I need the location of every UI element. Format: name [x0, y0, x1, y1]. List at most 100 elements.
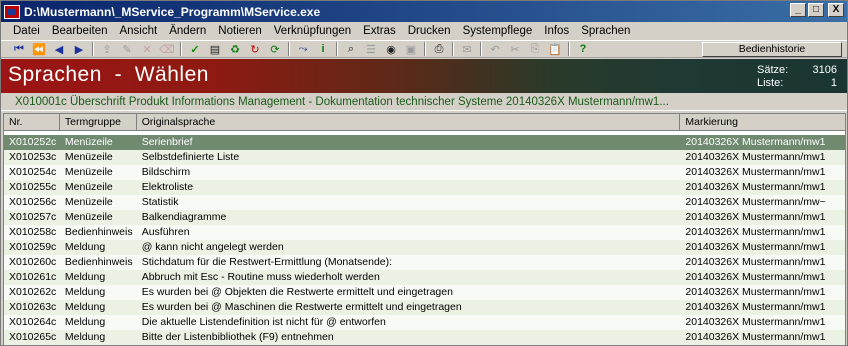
cell-nr: X010252c — [9, 136, 57, 148]
cell-termgruppe: Meldung — [64, 241, 106, 253]
previous-record-icon[interactable]: ◀ — [49, 41, 69, 57]
context-heading: X010001c Überschrift Produkt Information… — [1, 94, 847, 111]
redo-red-icon[interactable]: ↻ — [245, 41, 265, 57]
table-row[interactable]: X010256c Menüzeile Statistik 20140326X Must… — [4, 195, 845, 210]
table-row[interactable]: X010255c Menüzeile Elektroliste 20140326X M… — [4, 180, 845, 195]
cell-termgruppe: Meldung — [64, 316, 106, 328]
view-icon[interactable]: ◉ — [381, 41, 401, 57]
erase-icon: ⌫ — [159, 43, 175, 56]
table-row[interactable]: X010260c Bedienhinweis Stichdatum für die … — [4, 255, 845, 270]
first-record-icon[interactable]: ⏮ — [9, 41, 29, 57]
table-row[interactable]: X010258c Bedienhinweis Ausführen 20140326X … — [4, 225, 845, 240]
records-count-row: Sätze: 3106 — [757, 64, 837, 77]
toolbar-separator — [568, 42, 570, 56]
cell-originalsprache: Stichdatum für die Restwert-Ermittlung (… — [141, 256, 393, 268]
column-header-markierung[interactable]: Markierung — [680, 114, 845, 130]
cell-originalsprache: Statistik — [141, 196, 179, 208]
toolbar-icons: ⏮ ⏪ ◀ ▶ ⇪ ✎ ✕ ⌫ ✓ ▤ ♻ ↻ ⟳ ⤳ i ⌕ ☰ ◉ ▣ ⎙ ✉ ↶ ✂ ⎘ 📋? — [9, 41, 593, 57]
info-icon[interactable]: i — [313, 41, 333, 57]
cell-termgruppe: Meldung — [64, 331, 106, 343]
list-value: 1 — [830, 77, 837, 89]
checkmark-icon[interactable]: ✓ — [185, 41, 205, 57]
cell-originalsprache: Bildschirm — [141, 166, 191, 178]
column-header-originalsprache[interactable]: Originalsprache — [137, 114, 681, 130]
export-icon: ⇪ — [102, 43, 112, 56]
title-bar[interactable]: D:\Mustermann\_MService_Programm\MServic… — [1, 1, 847, 22]
cell-termgruppe: Bedienhinweis — [64, 226, 133, 238]
cell-nr: X010264c — [9, 316, 57, 328]
records-table: Nr. Termgruppe Originalsprache Markierun… — [3, 113, 846, 346]
cell-markierung: 20140326X Mustermann/mw1 — [685, 181, 826, 193]
menu-item-infos[interactable]: Infos — [538, 25, 575, 37]
menu-item-datei[interactable]: Datei — [7, 25, 46, 37]
cell-originalsprache: Bitte der Listenbibliothek (F9) entnehme… — [141, 331, 334, 343]
menu-item-verknüpfungen[interactable]: Verknüpfungen — [268, 25, 357, 37]
cell-markierung: 20140326X Mustermann/mw1 — [685, 151, 826, 163]
cell-markierung: 20140326X Mustermann/mw1 — [685, 226, 826, 238]
cell-termgruppe: Menüzeile — [64, 181, 113, 193]
table-row[interactable]: X010259c Meldung @ kann nicht angelegt wer… — [4, 240, 845, 255]
app-icon[interactable] — [4, 4, 20, 19]
copy-icon: ⎘ — [530, 42, 540, 55]
toolbar-separator — [180, 42, 182, 56]
cell-originalsprache: Balkendiagramme — [141, 211, 227, 223]
table-row[interactable]: X010252c Menüzeile Serienbrief 20140326X Mu… — [4, 135, 845, 150]
window-title: D:\Mustermann\_MService_Programm\MServic… — [24, 4, 321, 19]
menu-item-extras[interactable]: Extras — [357, 25, 402, 37]
cell-markierung: 20140326X Mustermann/mw1 — [685, 286, 826, 298]
cell-markierung: 20140326X Mustermann/mw1 — [685, 316, 826, 328]
close-button[interactable]: X — [828, 3, 844, 17]
cell-markierung: 20140326X Mustermann/mw1 — [685, 271, 826, 283]
cell-markierung: 20140326X Mustermann/mw1 — [685, 331, 826, 343]
table-row[interactable]: X010263c Meldung Es wurden bei @ Maschinen… — [4, 300, 845, 315]
menu-item-bearbeiten[interactable]: Bearbeiten — [46, 25, 114, 37]
table-row[interactable]: X010261c Meldung Abbruch mit Esc - Routine… — [4, 270, 845, 285]
binoculars-icon[interactable]: ⌕ — [341, 41, 361, 57]
history-button[interactable]: Bedienhistorie — [702, 42, 842, 57]
menu-item-systempflege[interactable]: Systempflege — [457, 25, 539, 37]
menu-item-ansicht[interactable]: Ansicht — [113, 25, 163, 37]
cell-markierung: 20140326X Mustermann/mw1 — [685, 166, 826, 178]
menu-item-notieren[interactable]: Notieren — [212, 25, 267, 37]
records-label: Sätze: — [757, 64, 789, 76]
cell-originalsprache: Abbruch mit Esc - Routine muss wiederhol… — [141, 271, 380, 283]
records-value: 3106 — [812, 64, 837, 76]
cell-nr: X010260c — [9, 256, 57, 268]
table-row[interactable]: X010254c Menüzeile Bildschirm 20140326X Mus… — [4, 165, 845, 180]
recycle-icon[interactable]: ♻ — [225, 41, 245, 57]
column-header-termgruppe[interactable]: Termgruppe — [60, 114, 137, 130]
menu-item-ändern[interactable]: Ändern — [163, 25, 212, 37]
table-header: Nr. Termgruppe Originalsprache Markierun… — [4, 114, 845, 131]
maximize-button[interactable]: □ — [808, 3, 824, 17]
refresh-green-icon[interactable]: ⟳ — [265, 41, 285, 57]
form-icon[interactable]: ▤ — [205, 41, 225, 57]
cell-nr: X010255c — [9, 181, 57, 193]
cell-termgruppe: Menüzeile — [64, 151, 113, 163]
menu-item-sprachen[interactable]: Sprachen — [575, 25, 636, 37]
previous-page-icon[interactable]: ⏪ — [29, 41, 49, 57]
cell-nr: X010263c — [9, 301, 57, 313]
column-header-nr[interactable]: Nr. — [4, 114, 60, 130]
table-row[interactable]: X010257c Menüzeile Balkendiagramme 20140326… — [4, 210, 845, 225]
image-icon: ▣ — [405, 43, 417, 56]
menu-item-drucken[interactable]: Drucken — [402, 25, 457, 37]
table-row[interactable]: X010264c Meldung Die aktuelle Listendefini… — [4, 315, 845, 330]
minimize-button[interactable]: _ — [790, 3, 806, 17]
table-row[interactable]: X010265c Meldung Bitte der Listenbibliothe… — [4, 330, 845, 345]
cell-nr: X010254c — [9, 166, 57, 178]
list-count-row: Liste: 1 — [757, 77, 837, 90]
page-title: Sprachen - Wählen — [8, 63, 209, 86]
cell-nr: X010259c — [9, 241, 57, 253]
print-icon[interactable]: ⎙ — [429, 41, 449, 57]
cell-termgruppe: Menüzeile — [64, 196, 113, 208]
toolbar-separator — [288, 42, 290, 56]
toolbar-separator — [452, 42, 454, 56]
toolbar-separator — [480, 42, 482, 56]
help-icon[interactable]: ? — [573, 41, 593, 57]
next-record-icon[interactable]: ▶ — [69, 41, 89, 57]
toolbar-separator — [424, 42, 426, 56]
table-row[interactable]: X010262c Meldung Es wurden bei @ Objekten … — [4, 285, 845, 300]
branch-icon[interactable]: ⤳ — [293, 41, 313, 57]
cell-markierung: 20140326X Mustermann/mw1 — [685, 301, 826, 313]
table-row[interactable]: X010253c Menüzeile Selbstdefinierte Liste 2… — [4, 150, 845, 165]
